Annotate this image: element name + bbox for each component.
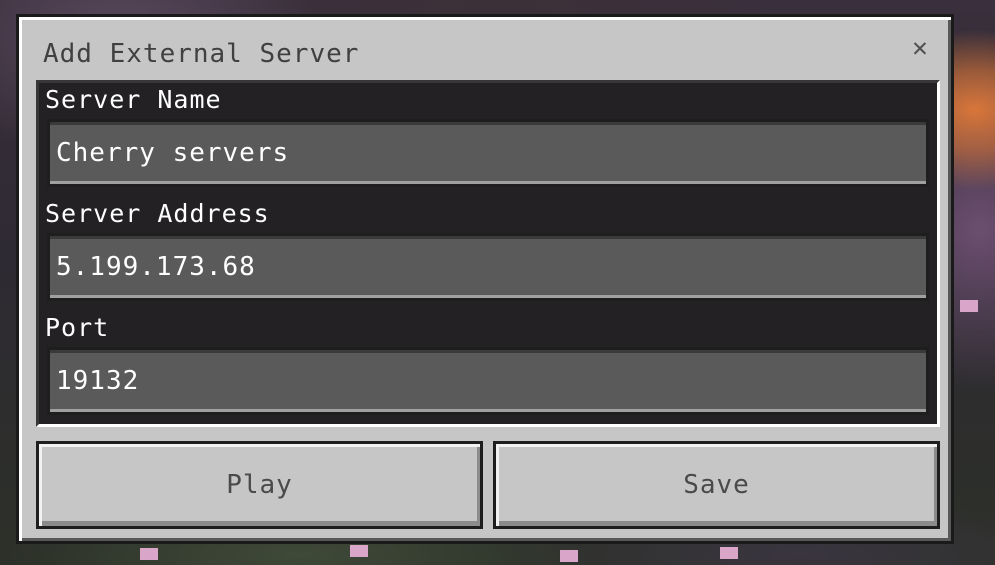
port-label: Port xyxy=(45,313,110,342)
cherry-petal xyxy=(960,300,978,312)
server-name-field[interactable] xyxy=(47,119,929,187)
cherry-petal xyxy=(350,545,368,557)
cherry-petal xyxy=(720,547,738,559)
close-icon[interactable]: ✕ xyxy=(907,35,933,61)
cherry-petal xyxy=(560,550,578,562)
dialog-title: Add External Server xyxy=(43,39,360,69)
port-input[interactable] xyxy=(56,350,916,412)
server-address-label: Server Address xyxy=(45,199,270,228)
fields-panel: Server Name Server Address Port xyxy=(36,80,940,427)
save-button[interactable]: Save xyxy=(493,441,940,529)
server-name-input[interactable] xyxy=(56,122,916,184)
server-name-label: Server Name xyxy=(45,85,222,114)
play-button[interactable]: Play xyxy=(36,441,483,529)
server-address-field[interactable] xyxy=(47,233,929,301)
add-external-server-dialog: Add External Server ✕ Server Name Server… xyxy=(16,14,954,544)
port-field[interactable] xyxy=(47,347,929,415)
server-address-input[interactable] xyxy=(56,236,916,298)
cherry-petal xyxy=(140,548,158,560)
